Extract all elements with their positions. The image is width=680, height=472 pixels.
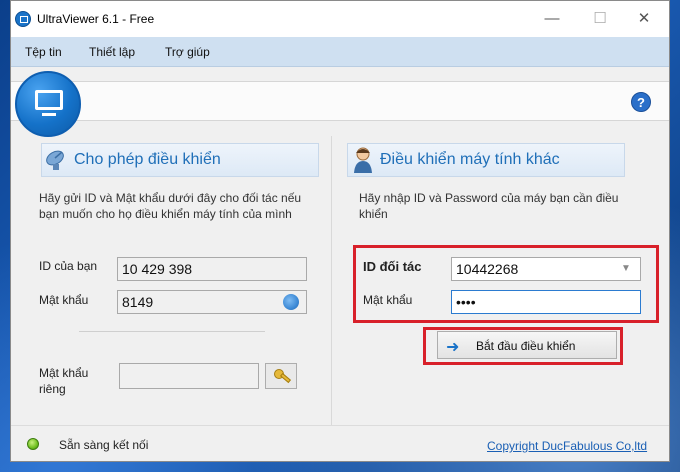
set-private-password-button[interactable] — [265, 363, 297, 389]
ultraviewer-window: UltraViewer 6.1 - Free — ☐ ✕ Tệp tin Thi… — [10, 0, 670, 462]
partner-password-field[interactable]: •••• — [451, 290, 641, 314]
start-control-button[interactable]: ➜ Bắt đầu điều khiển — [437, 331, 617, 359]
remote-control-header: Điều khiển máy tính khác — [347, 143, 625, 177]
private-password-label: Mật khẩu riêng — [39, 366, 89, 396]
separator — [79, 331, 265, 332]
password-field[interactable]: 8149 — [117, 290, 307, 314]
satellite-dish-icon — [46, 150, 64, 170]
panel-divider — [331, 136, 332, 426]
maximize-button[interactable]: ☐ — [585, 7, 615, 31]
status-indicator-icon — [27, 438, 39, 450]
remote-control-description: Hãy nhập ID và Password của máy bạn cần … — [359, 191, 619, 221]
menu-bar: Tệp tin Thiết lập Trợ giúp — [11, 37, 669, 67]
allow-control-title: Cho phép điều khiển — [74, 151, 221, 168]
ultraviewer-logo-icon — [15, 11, 31, 27]
refresh-password-icon[interactable] — [283, 294, 299, 310]
header-strip — [11, 81, 669, 121]
title-bar: UltraViewer 6.1 - Free — ☐ ✕ — [11, 1, 669, 37]
menu-settings[interactable]: Thiết lập — [89, 45, 135, 59]
minimize-button[interactable]: — — [537, 7, 567, 31]
status-text: Sẵn sàng kết nối — [59, 438, 149, 452]
password-label: Mật khẩu — [39, 293, 89, 307]
arrow-right-icon: ➜ — [446, 339, 460, 356]
window-title: UltraViewer 6.1 - Free — [37, 12, 155, 26]
start-control-label: Bắt đầu điều khiển — [476, 339, 576, 353]
partner-id-label: ID đối tác — [363, 259, 422, 274]
private-password-field[interactable] — [119, 363, 259, 389]
allow-control-description: Hãy gửi ID và Mật khẩu dưới đây cho đối … — [39, 191, 302, 221]
partner-password-label: Mật khẩu — [363, 293, 413, 307]
status-bar: Sẵn sàng kết nối Copyright DucFabulous C… — [11, 425, 669, 461]
close-button[interactable]: ✕ — [629, 7, 659, 31]
monitor-icon — [15, 71, 81, 137]
chevron-down-icon[interactable]: ▼ — [621, 263, 631, 274]
help-icon[interactable]: ? — [631, 92, 651, 112]
remote-control-title: Điều khiển máy tính khác — [380, 151, 560, 168]
your-id-field[interactable]: 10 429 398 — [117, 257, 307, 281]
allow-control-header: Cho phép điều khiển — [41, 143, 319, 177]
menu-file[interactable]: Tệp tin — [25, 45, 62, 59]
copyright-link[interactable]: Copyright DucFabulous Co,ltd — [487, 439, 647, 453]
menu-help[interactable]: Trợ giúp — [165, 45, 210, 59]
person-icon — [354, 147, 372, 173]
partner-id-field[interactable]: 10442268 — [451, 257, 641, 281]
your-id-label: ID của bạn — [39, 259, 98, 273]
